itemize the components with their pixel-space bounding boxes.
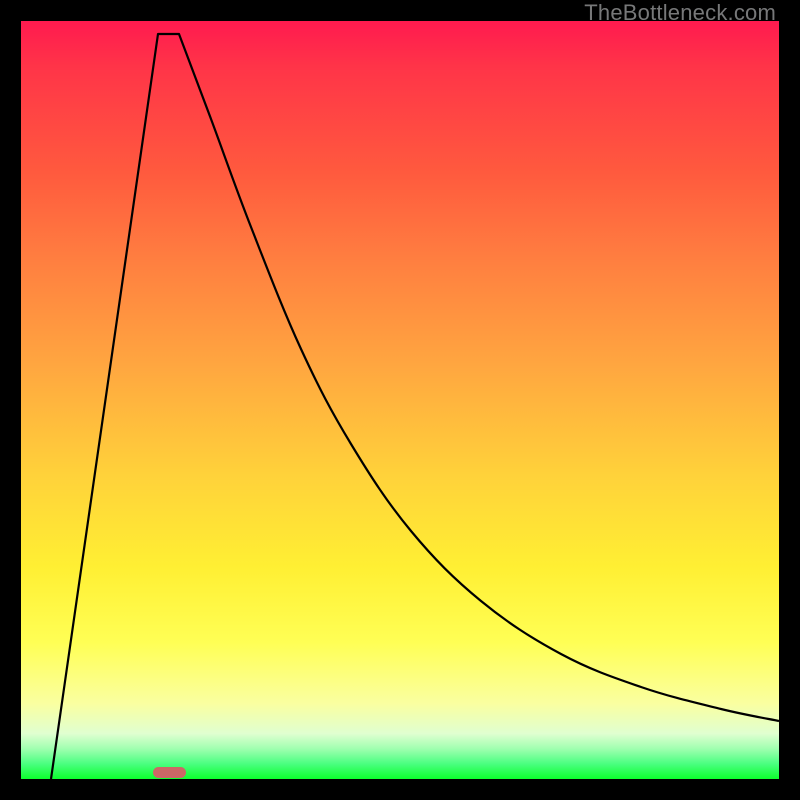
optimal-marker [153, 767, 186, 778]
plot-area [21, 21, 779, 779]
chart-frame: TheBottleneck.com [0, 0, 800, 800]
watermark-text: TheBottleneck.com [584, 0, 776, 26]
bottleneck-curve [51, 34, 779, 779]
curve-layer [21, 21, 779, 779]
